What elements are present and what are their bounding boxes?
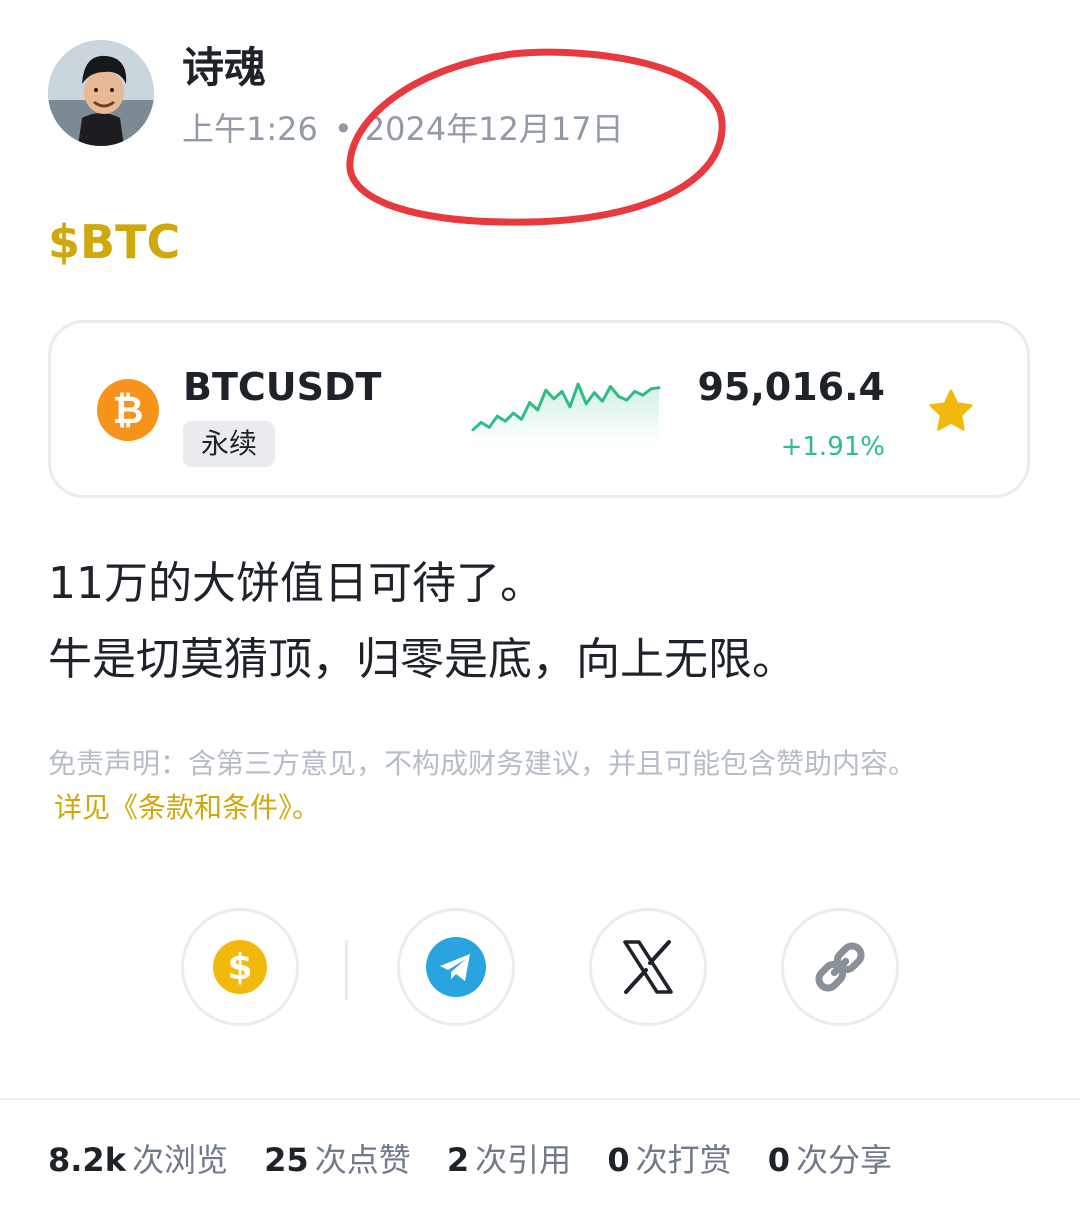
svg-text:$: $ [227,947,252,988]
post-time: 上午1:26 [182,110,318,148]
price-sparkline [471,382,661,445]
likes-count: 25 [264,1141,309,1179]
views-stat: 8.2k 次浏览 [48,1134,228,1186]
ticker-card[interactable]: ₿ BTCUSDT 永续 95,016.4 +1.91% [48,320,1030,498]
ticker-symbol: BTCUSDT [183,365,382,409]
bitcoin-icon: ₿ [97,379,159,441]
tip-button[interactable]: $ [181,908,299,1026]
author-avatar[interactable] [48,40,154,146]
price-change-percent: +1.91% [780,432,885,462]
disclaimer-text: 免责声明：含第三方意见，不构成财务建议，并且可能包含赞助内容。 [48,747,917,780]
post-line: 牛是切莫猜顶，归零是底，向上无限。 [48,634,796,685]
terms-link[interactable]: 详见《条款和条件》。 [48,786,1038,830]
meta-separator: • [333,110,353,148]
contract-type-badge: 永续 [183,421,276,467]
quotes-count: 2 [446,1141,470,1179]
shares-count: 0 [767,1141,791,1179]
quotes-label: 次引用 [475,1141,572,1179]
shares-label: 次分享 [796,1141,893,1179]
views-label: 次浏览 [131,1141,228,1179]
tips-count: 0 [607,1141,630,1179]
cashtag-link[interactable]: $BTC [48,210,180,274]
engagement-stats: 8.2k 次浏览 25 次点赞 2 次引用 0 次打赏 0 次分享 [48,1134,918,1186]
star-icon[interactable] [927,387,975,435]
post-content: 11万的大饼值日可待了。 牛是切莫猜顶，归零是底，向上无限。 [48,546,1038,698]
post-detail-page: 诗魂 上午1:26 • 2024年12月17日 $BTC ₿ BTCUSDT 永续 … [0,0,1080,1216]
x-logo-icon [623,940,673,994]
likes-label: 次点赞 [314,1141,411,1179]
views-count: 8.2k [48,1141,126,1179]
x-share-button[interactable] [589,908,707,1026]
copy-link-button[interactable] [781,908,899,1026]
telegram-icon [426,937,486,997]
disclaimer: 免责声明：含第三方意见，不构成财务建议，并且可能包含赞助内容。 详见《条款和条件… [48,742,1038,830]
post-line: 11万的大饼值日可待了。 [48,558,544,609]
telegram-share-button[interactable] [397,908,515,1026]
post-timestamp: 上午1:26 • 2024年12月17日 [182,104,624,154]
last-price: 95,016.4 [697,365,885,409]
avatar-image [48,40,154,146]
tips-label: 次打赏 [635,1141,732,1179]
link-icon [815,942,865,992]
action-divider [345,940,348,1000]
likes-stat[interactable]: 25 次点赞 [264,1134,411,1186]
author-name[interactable]: 诗魂 [182,38,266,98]
stats-divider [0,1098,1080,1100]
tips-stat[interactable]: 0 次打赏 [607,1134,731,1186]
post-date: 2024年12月17日 [364,110,624,148]
quotes-stat[interactable]: 2 次引用 [447,1134,571,1186]
dollar-coin-icon: $ [213,940,267,994]
shares-stat[interactable]: 0 次分享 [768,1134,892,1186]
